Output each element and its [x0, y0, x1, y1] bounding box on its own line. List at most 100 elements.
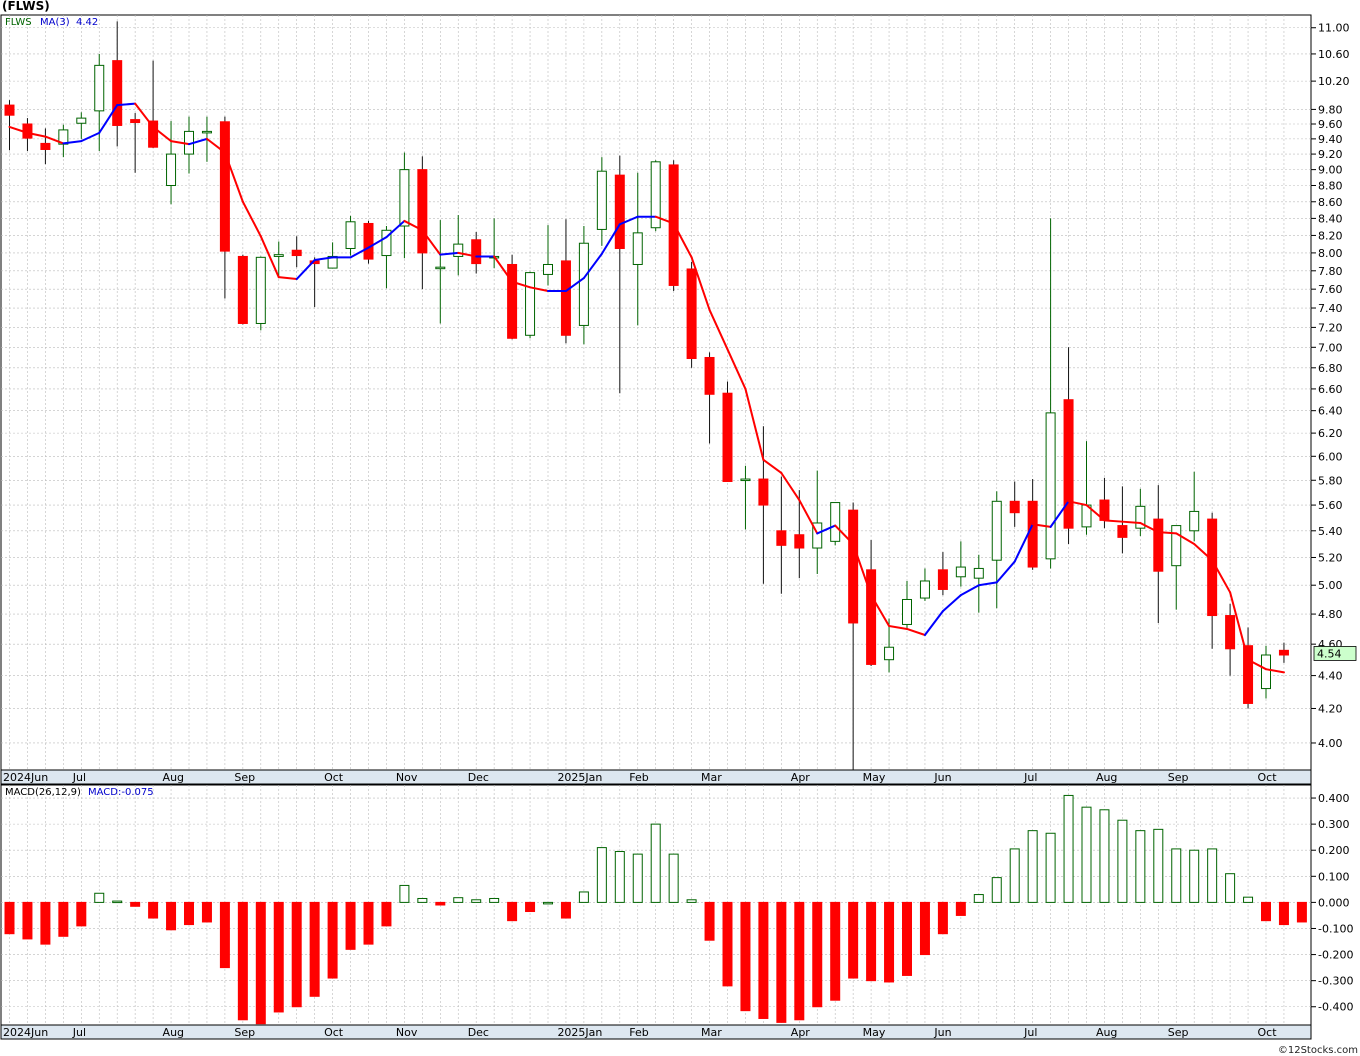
- legend-ma-value: 4.42: [76, 17, 98, 28]
- candle-down: [704, 356, 715, 395]
- macd-bar-negative: [794, 901, 805, 1021]
- macd-bar-negative: [866, 901, 877, 982]
- macd-bar-positive: [668, 853, 679, 903]
- price-y-tick-label: 9.60: [1318, 118, 1343, 131]
- macd-bar-negative: [130, 901, 141, 907]
- price-y-tick-label: 10.20: [1318, 75, 1350, 88]
- price-y-tick-label: 4.00: [1318, 737, 1343, 750]
- candle-up: [955, 566, 966, 578]
- macd-bar-negative: [363, 901, 374, 945]
- macd-bar-negative: [1278, 901, 1289, 926]
- candle-up: [76, 117, 87, 124]
- x-axis-label: May: [863, 1026, 886, 1039]
- macd-bar-negative: [273, 901, 284, 1013]
- macd-bar-positive: [1009, 848, 1020, 903]
- candle-down: [722, 392, 733, 482]
- macd-bar-negative: [255, 901, 266, 1025]
- macd-bar-negative: [507, 901, 518, 922]
- macd-bar-positive: [632, 853, 643, 903]
- macd-bar-positive: [991, 877, 1002, 903]
- price-y-tick-label: 9.20: [1318, 148, 1343, 161]
- candle-up: [578, 242, 589, 326]
- macd-bar-positive: [614, 851, 625, 903]
- candle-down: [1117, 525, 1128, 538]
- candle-down: [937, 569, 948, 590]
- macd-bar-positive: [417, 897, 428, 903]
- macd-bar-positive: [596, 847, 607, 903]
- macd-bar-negative: [812, 901, 823, 1008]
- price-y-tick-label: 10.60: [1318, 48, 1350, 61]
- macd-bar-positive: [112, 900, 123, 904]
- macd-bar-negative: [1296, 901, 1307, 923]
- x-axis-label: Aug: [163, 1026, 184, 1039]
- price-y-tick-label: 9.00: [1318, 164, 1343, 177]
- macd-legend-label: MACD(26,12,9): [5, 787, 81, 798]
- macd-bar-negative: [381, 901, 392, 927]
- macd-bar-negative: [76, 901, 87, 927]
- ma-segment: [1121, 520, 1142, 524]
- x-axis-label: Feb: [629, 771, 648, 784]
- candle-down: [560, 260, 571, 336]
- price-y-tick-label: 5.00: [1318, 579, 1343, 592]
- price-y-tick-label: 6.60: [1318, 383, 1343, 396]
- price-y-tick-label: 9.40: [1318, 133, 1343, 146]
- macd-bar-negative: [309, 901, 320, 997]
- candle-down: [1243, 645, 1254, 704]
- x-axis-label: 2024Jun: [3, 1026, 48, 1039]
- candle-up: [1261, 654, 1271, 690]
- candle-up: [632, 232, 643, 265]
- candle-up: [166, 153, 177, 187]
- macd-bar-negative: [166, 901, 177, 931]
- candle-up: [991, 500, 1002, 561]
- macd-bar-positive: [1135, 830, 1146, 903]
- macd-bar-negative: [937, 901, 948, 935]
- candle-down: [40, 142, 51, 150]
- macd-bar-positive: [1045, 832, 1056, 903]
- macd-bar-positive: [1171, 848, 1182, 903]
- price-y-tick-label: 7.00: [1318, 341, 1343, 354]
- price-y-tick-label: 8.00: [1318, 247, 1343, 260]
- macd-y-tick-label: 0.400: [1318, 792, 1350, 805]
- macd-y-tick-label: -0.100: [1318, 922, 1353, 935]
- x-axis-label: Oct: [1258, 771, 1278, 784]
- macd-bar-negative: [237, 901, 248, 1021]
- macd-bar-negative: [40, 901, 51, 945]
- candle-up: [1171, 525, 1182, 567]
- candle-down: [112, 60, 123, 126]
- macd-bar-negative: [560, 901, 571, 919]
- x-axis-label: 2025Jan: [557, 771, 602, 784]
- candle-down: [4, 104, 15, 116]
- macd-bar-negative: [525, 901, 536, 913]
- macd-bar-negative: [184, 901, 194, 926]
- candle-down: [363, 222, 374, 260]
- candle-up: [902, 598, 912, 625]
- candle-down: [758, 478, 769, 506]
- candle-down: [1027, 500, 1038, 568]
- macd-bar-positive: [1189, 849, 1200, 903]
- macd-bar-negative: [830, 901, 841, 1001]
- candle-up: [1045, 412, 1056, 560]
- candle-up: [830, 502, 841, 542]
- macd-legend-value: MACD:-0.075: [88, 787, 154, 798]
- macd-bar-positive: [1027, 830, 1038, 903]
- price-y-tick-label: 6.40: [1318, 405, 1343, 418]
- price-y-tick-label: 5.60: [1318, 499, 1343, 512]
- macd-bar-positive: [94, 892, 105, 903]
- candle-up: [740, 478, 751, 482]
- x-axis-label: Dec: [468, 771, 489, 784]
- macd-bar-negative: [58, 901, 69, 937]
- macd-bar-negative: [4, 901, 15, 935]
- legend-symbol: FLWS: [5, 17, 32, 28]
- x-axis-label: Sep: [234, 1026, 255, 1039]
- x-axis-label: Sep: [234, 771, 255, 784]
- x-axis-label: 2025Jan: [557, 1026, 602, 1039]
- axes: [1311, 27, 1316, 1008]
- macd-bar-negative: [345, 901, 356, 950]
- macd-y-tick-label: 0.200: [1318, 844, 1350, 857]
- candle-up: [345, 221, 356, 249]
- x-axis-label: Aug: [163, 771, 184, 784]
- macd-bar-positive: [1153, 828, 1164, 903]
- chart-svg[interactable]: 11.00 10.60 10.20 9.80 9.60 9.40 9.20 9.00 8.80 8…: [0, 0, 1360, 1056]
- x-axis-label: Feb: [629, 1026, 648, 1039]
- macd-bar-negative: [22, 901, 33, 940]
